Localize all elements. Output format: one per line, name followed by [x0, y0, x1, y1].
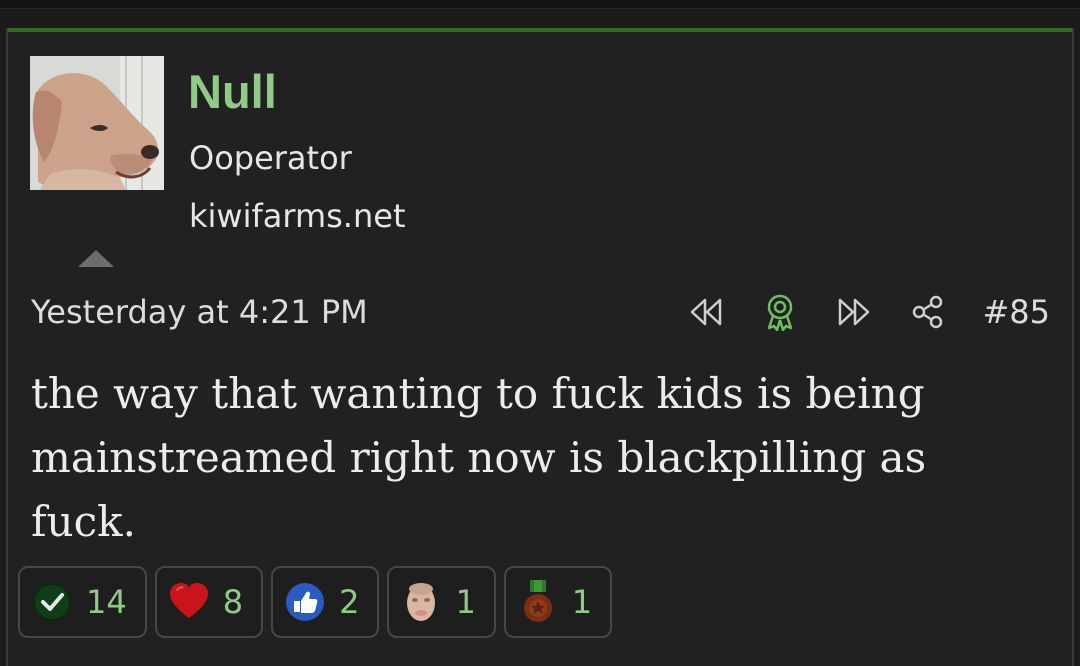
reaction-like[interactable]: 2 [271, 566, 380, 638]
user-site: kiwifarms.net [189, 197, 406, 235]
reactions-bar: 14 8 2 1 1 [18, 566, 620, 638]
heart-icon [169, 582, 209, 622]
thumbs-up-icon [285, 582, 325, 622]
page: Null Ooperator kiwifarms.net Yesterday a… [0, 0, 1080, 666]
post-number-link[interactable]: #85 [982, 292, 1050, 332]
collapse-arrow-icon[interactable] [78, 250, 114, 267]
reaction-count: 2 [339, 583, 360, 621]
checkmark-icon [32, 582, 72, 622]
reaction-love[interactable]: 8 [154, 566, 264, 638]
award-icon[interactable] [760, 292, 800, 332]
post-accent-bar [8, 28, 1072, 32]
reaction-count: 14 [86, 583, 127, 621]
reaction-medal[interactable]: 1 [503, 566, 613, 638]
fast-forward-icon[interactable] [834, 292, 874, 332]
reaction-count: 1 [571, 583, 593, 621]
dog-avatar-icon [30, 56, 164, 190]
share-icon[interactable] [908, 292, 948, 332]
post-body: the way that wanting to fuck kids is bei… [31, 369, 927, 546]
avatar[interactable] [30, 56, 164, 190]
medal-icon [518, 580, 558, 622]
user-title: Ooperator [189, 139, 352, 177]
post-container: Null Ooperator kiwifarms.net Yesterday a… [6, 28, 1074, 666]
reaction-agree[interactable]: 14 [18, 566, 147, 638]
username[interactable]: Null [188, 64, 277, 120]
reaction-count: 8 [222, 583, 244, 621]
top-bar [0, 0, 1080, 9]
reaction-count: 1 [455, 583, 476, 621]
post-actions: #85 [686, 292, 1050, 332]
face-icon [401, 582, 441, 622]
rewind-icon[interactable] [686, 292, 726, 332]
post-date[interactable]: Yesterday at 4:21 PM [31, 292, 368, 332]
reaction-face[interactable]: 1 [387, 566, 496, 638]
